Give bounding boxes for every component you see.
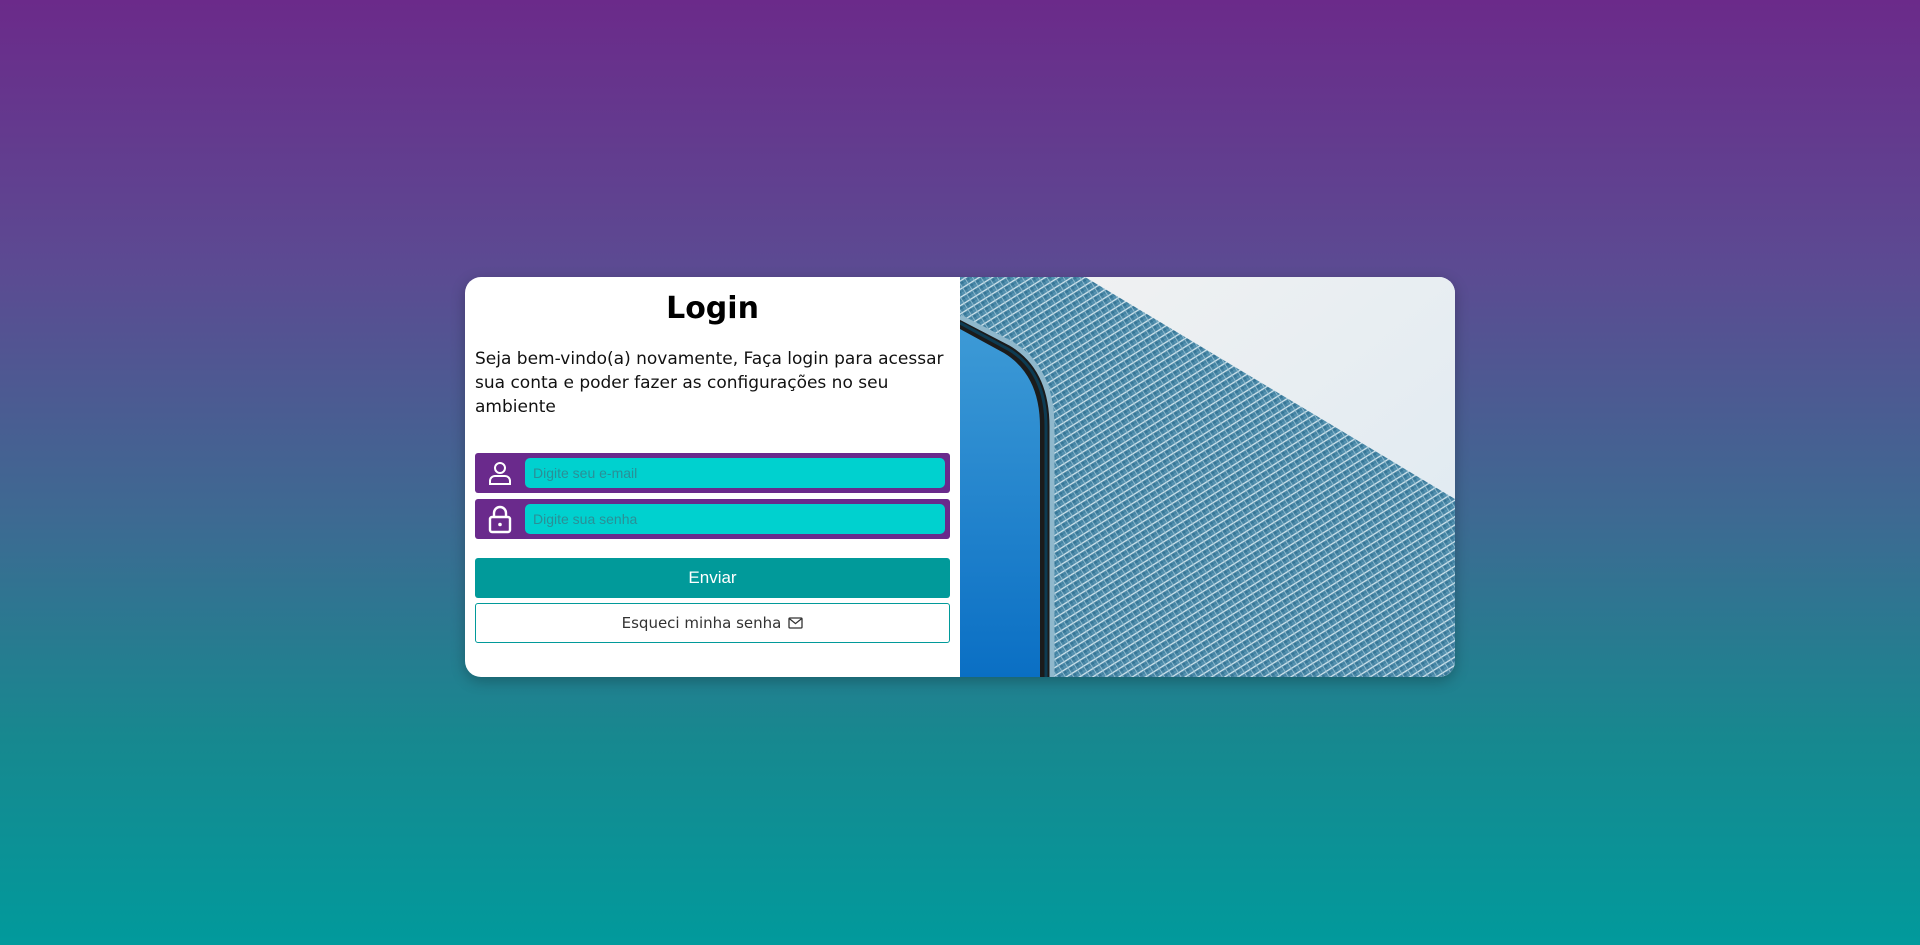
lock-icon <box>475 499 525 539</box>
welcome-text: Seja bem-vindo(a) novamente, Faça login … <box>475 349 944 417</box>
forgot-password-label: Esqueci minha senha <box>621 614 782 632</box>
user-icon <box>475 453 525 493</box>
hero-image <box>960 277 1455 677</box>
email-input[interactable] <box>525 458 945 488</box>
password-field-group <box>475 499 950 539</box>
mail-icon <box>788 617 804 629</box>
password-input[interactable] <box>525 504 945 534</box>
email-field-group <box>475 453 950 493</box>
login-card: Login Seja bem-vindo(a) novamente, Faça … <box>465 277 1455 677</box>
submit-button[interactable]: Enviar <box>475 558 950 598</box>
forgot-password-button[interactable]: Esqueci minha senha <box>475 603 950 643</box>
page-title: Login <box>666 291 759 326</box>
login-panel: Login Seja bem-vindo(a) novamente, Faça … <box>465 277 960 677</box>
